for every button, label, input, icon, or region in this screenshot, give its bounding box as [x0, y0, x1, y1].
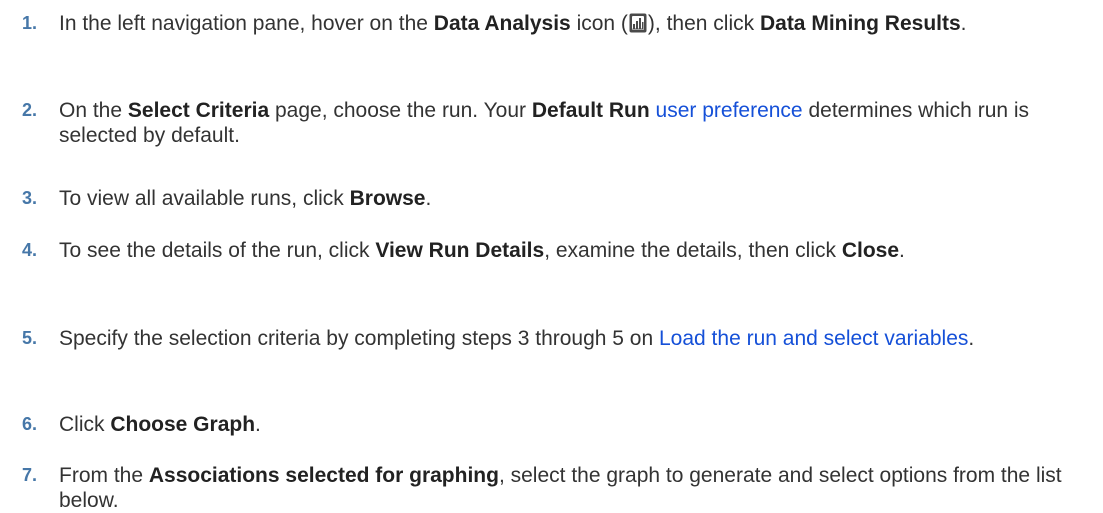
- step-text-segment: page, choose the run. Your: [269, 99, 532, 122]
- load-run-select-variables-link[interactable]: Load the run and select variables: [659, 327, 968, 350]
- step-text-segment: .: [425, 187, 432, 210]
- step-text-segment: To view all available runs, click: [59, 187, 350, 210]
- ui-term-select-criteria: Select Criteria: [127, 99, 270, 122]
- step-number: 1.: [22, 13, 38, 33]
- step-6: 6. Click Choose Graph.: [0, 412, 1103, 437]
- ui-term-view-run-details: View Run Details: [375, 239, 545, 262]
- ui-term-default-run: Default Run: [531, 99, 650, 122]
- step-7: 7. From the Associations selected for gr…: [0, 463, 1103, 513]
- step-text-segment: From the: [59, 464, 149, 487]
- step-text-segment: ), then click: [647, 12, 760, 35]
- step-number: 4.: [22, 240, 38, 260]
- ui-term-browse: Browse: [349, 187, 426, 210]
- step-text-segment: .: [968, 327, 975, 350]
- step-text-segment: icon (: [570, 12, 628, 35]
- data-analysis-icon: [629, 13, 647, 39]
- ui-term-associations-selected: Associations selected for graphing: [148, 464, 499, 487]
- step-number: 3.: [22, 188, 38, 208]
- step-text: To view all available runs, click Browse…: [59, 187, 431, 210]
- step-text-segment: Click: [59, 413, 111, 436]
- step-text-segment: To see the details of the run, click: [59, 239, 376, 262]
- step-number: 5.: [22, 328, 38, 348]
- step-text: Specify the selection criteria by comple…: [59, 327, 974, 350]
- step-4: 4. To see the details of the run, click …: [0, 238, 1103, 263]
- step-text: To see the details of the run, click Vie…: [59, 239, 905, 262]
- step-3: 3. To view all available runs, click Bro…: [0, 186, 1103, 211]
- step-text: On the Select Criteria page, choose the …: [59, 99, 1029, 147]
- ui-term-data-analysis: Data Analysis: [433, 12, 571, 35]
- step-text: Click Choose Graph.: [59, 413, 261, 436]
- step-text-segment: .: [960, 12, 967, 35]
- step-text-segment: In the left navigation pane, hover on th…: [59, 12, 434, 35]
- step-number: 2.: [22, 100, 38, 120]
- step-text: From the Associations selected for graph…: [59, 464, 1062, 512]
- step-text: In the left navigation pane, hover on th…: [59, 12, 967, 35]
- ui-term-close: Close: [841, 239, 900, 262]
- step-text-segment: .: [899, 239, 905, 262]
- ui-term-data-mining-results: Data Mining Results: [759, 12, 961, 35]
- step-text-segment: .: [255, 413, 261, 436]
- step-text-segment: Specify the selection criteria by comple…: [59, 327, 659, 350]
- step-number: 6.: [22, 414, 38, 434]
- step-number: 7.: [22, 465, 38, 485]
- step-text-segment: , examine the details, then click: [544, 239, 842, 262]
- ui-term-choose-graph: Choose Graph: [110, 413, 256, 436]
- step-text-segment: On the: [59, 99, 128, 122]
- step-1: 1. In the left navigation pane, hover on…: [0, 11, 1103, 39]
- user-preference-link[interactable]: user preference: [656, 99, 803, 122]
- step-5: 5. Specify the selection criteria by com…: [0, 326, 1103, 351]
- step-2: 2. On the Select Criteria page, choose t…: [0, 98, 1103, 148]
